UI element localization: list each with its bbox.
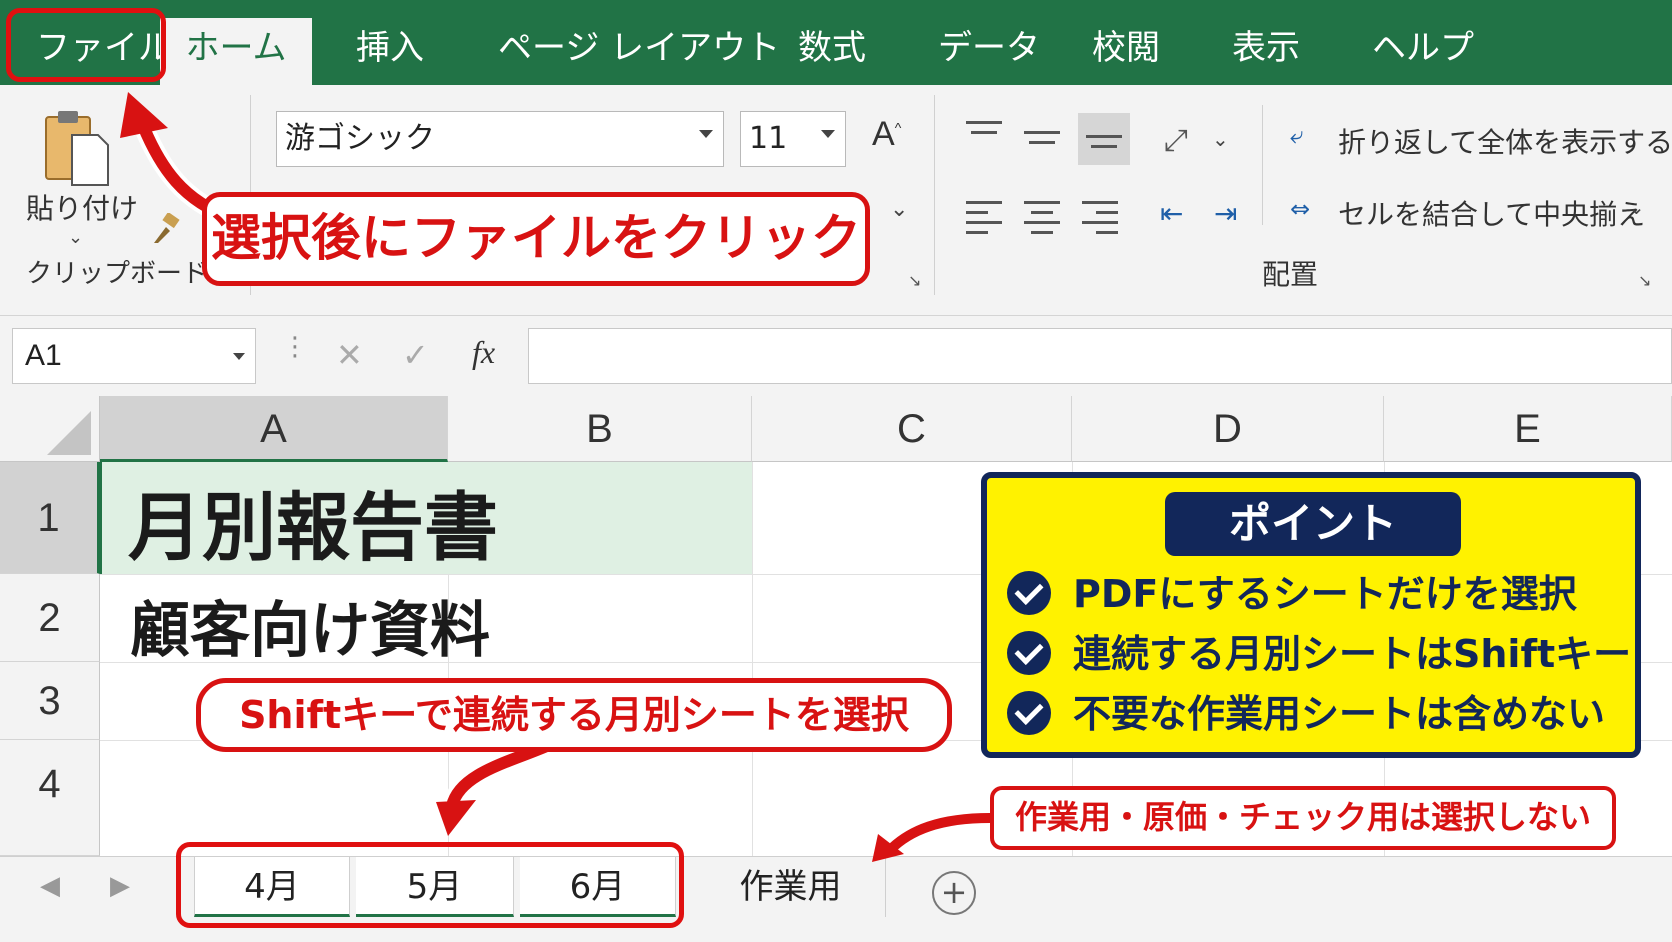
shift-callout: Shiftキーで連続する月別シートを選択 <box>196 678 952 752</box>
file-callout: 選択後にファイルをクリック <box>202 192 870 286</box>
point-item-text: PDFにするシートだけを選択 <box>1073 572 1577 616</box>
point-title: ポイント <box>1165 492 1461 556</box>
point-box: ポイント PDFにするシートだけを選択 連続する月別シートはShiftキー 不要… <box>981 472 1641 758</box>
exclude-callout: 作業用・原価・チェック用は選択しない <box>990 786 1616 850</box>
point-item-text: 連続する月別シートはShiftキー <box>1073 632 1632 676</box>
check-circle-icon <box>1007 571 1051 615</box>
check-circle-icon <box>1007 691 1051 735</box>
check-circle-icon <box>1007 631 1051 675</box>
point-item-text: 不要な作業用シートは含めない <box>1073 692 1606 736</box>
